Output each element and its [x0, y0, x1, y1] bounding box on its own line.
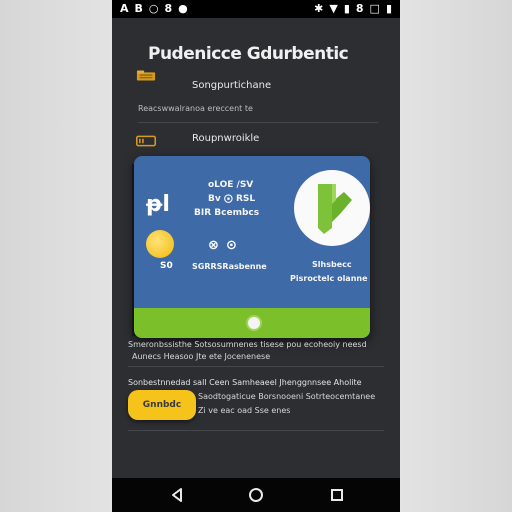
- primary-action-button[interactable]: Gnnbdc: [128, 390, 196, 420]
- back-icon[interactable]: [168, 486, 186, 504]
- page-title: Pudenicce Gdurbentic: [148, 44, 349, 64]
- home-icon[interactable]: [247, 486, 265, 504]
- exchange-icon[interactable]: ⊗: [208, 238, 219, 253]
- status-icon: ○: [148, 2, 159, 15]
- backdrop-left: [0, 0, 112, 512]
- wallet-card[interactable]: ᵽl oLOE /SV Bv ⨀ RSL BIR Bcembcs S0 ⊗ ⊙ …: [134, 156, 370, 338]
- status-icon: A: [120, 2, 129, 15]
- card-logo: ᵽl: [146, 192, 170, 217]
- battery-icon: ▮: [385, 2, 392, 15]
- brand-badge: [294, 170, 370, 246]
- status-bar: A B ○ 8 ● ✱ ▼ ▮ 8 □ ▮: [112, 0, 400, 18]
- brand-logo-icon: [318, 184, 352, 234]
- status-left: A B ○ 8 ●: [120, 1, 188, 17]
- card-line-1: oLOE /SV: [208, 180, 254, 190]
- wallet-icon[interactable]: [136, 135, 156, 147]
- card-line-2: Bv ⨀ RSL: [208, 194, 256, 204]
- divider: [138, 122, 378, 123]
- signal-icon: ▮: [343, 2, 350, 15]
- card-amount: SGRRSRasbenne: [192, 262, 267, 271]
- folder-icon[interactable]: [136, 70, 156, 82]
- recents-icon[interactable]: [328, 486, 346, 504]
- target-icon[interactable]: ⊙: [226, 238, 237, 253]
- bluetooth-icon: ✱: [314, 2, 324, 15]
- coin-icon: [146, 230, 174, 258]
- card-right-label-2: Pisroctelc olanne: [290, 274, 368, 283]
- paragraph-2-line-2: Saodtogaticue Borsnooeni Sotrteocemtanee: [198, 392, 376, 401]
- paragraph-1-line-1: Smeronbssisthe Sotsosumnenes tisese pou …: [128, 340, 367, 349]
- status-icon: 8: [164, 2, 173, 15]
- phone-screen: A B ○ 8 ● ✱ ▼ ▮ 8 □ ▮ Pudenicce Gdurbent…: [112, 0, 400, 512]
- status-icon: ●: [178, 2, 188, 15]
- backdrop-right: [400, 0, 512, 512]
- wifi-icon: ▼: [329, 2, 338, 15]
- status-icon: □: [369, 2, 380, 15]
- card-right-label-1: Slhsbecc: [312, 260, 352, 269]
- card-line-3: BIR Bcembcs: [194, 208, 260, 218]
- divider: [128, 430, 384, 431]
- status-icon: B: [134, 2, 143, 15]
- divider: [128, 366, 384, 367]
- status-icon: 8: [355, 2, 364, 15]
- content-area: Pudenicce Gdurbentic Songpurtichane Reac…: [112, 18, 400, 478]
- coin-label: S0: [160, 261, 173, 271]
- row-label-1[interactable]: Songpurtichane: [192, 80, 271, 91]
- navigation-bar: [112, 478, 400, 512]
- button-side-text: Zi ve eac oad Sse enes: [198, 406, 291, 415]
- row-sub: Reacswwalranoa ereccent te: [138, 104, 253, 113]
- card-indicator-dot[interactable]: [246, 315, 262, 331]
- row-label-2[interactable]: Roupnwroikle: [192, 133, 259, 144]
- paragraph-1-line-2: Aunecs Heasoo Jte ete Jocenenese: [132, 352, 271, 361]
- paragraph-2-line-1: Sonbestnnedad sall Ceen Samheaeel Jhengg…: [128, 378, 362, 387]
- status-right: ✱ ▼ ▮ 8 □ ▮: [314, 1, 392, 17]
